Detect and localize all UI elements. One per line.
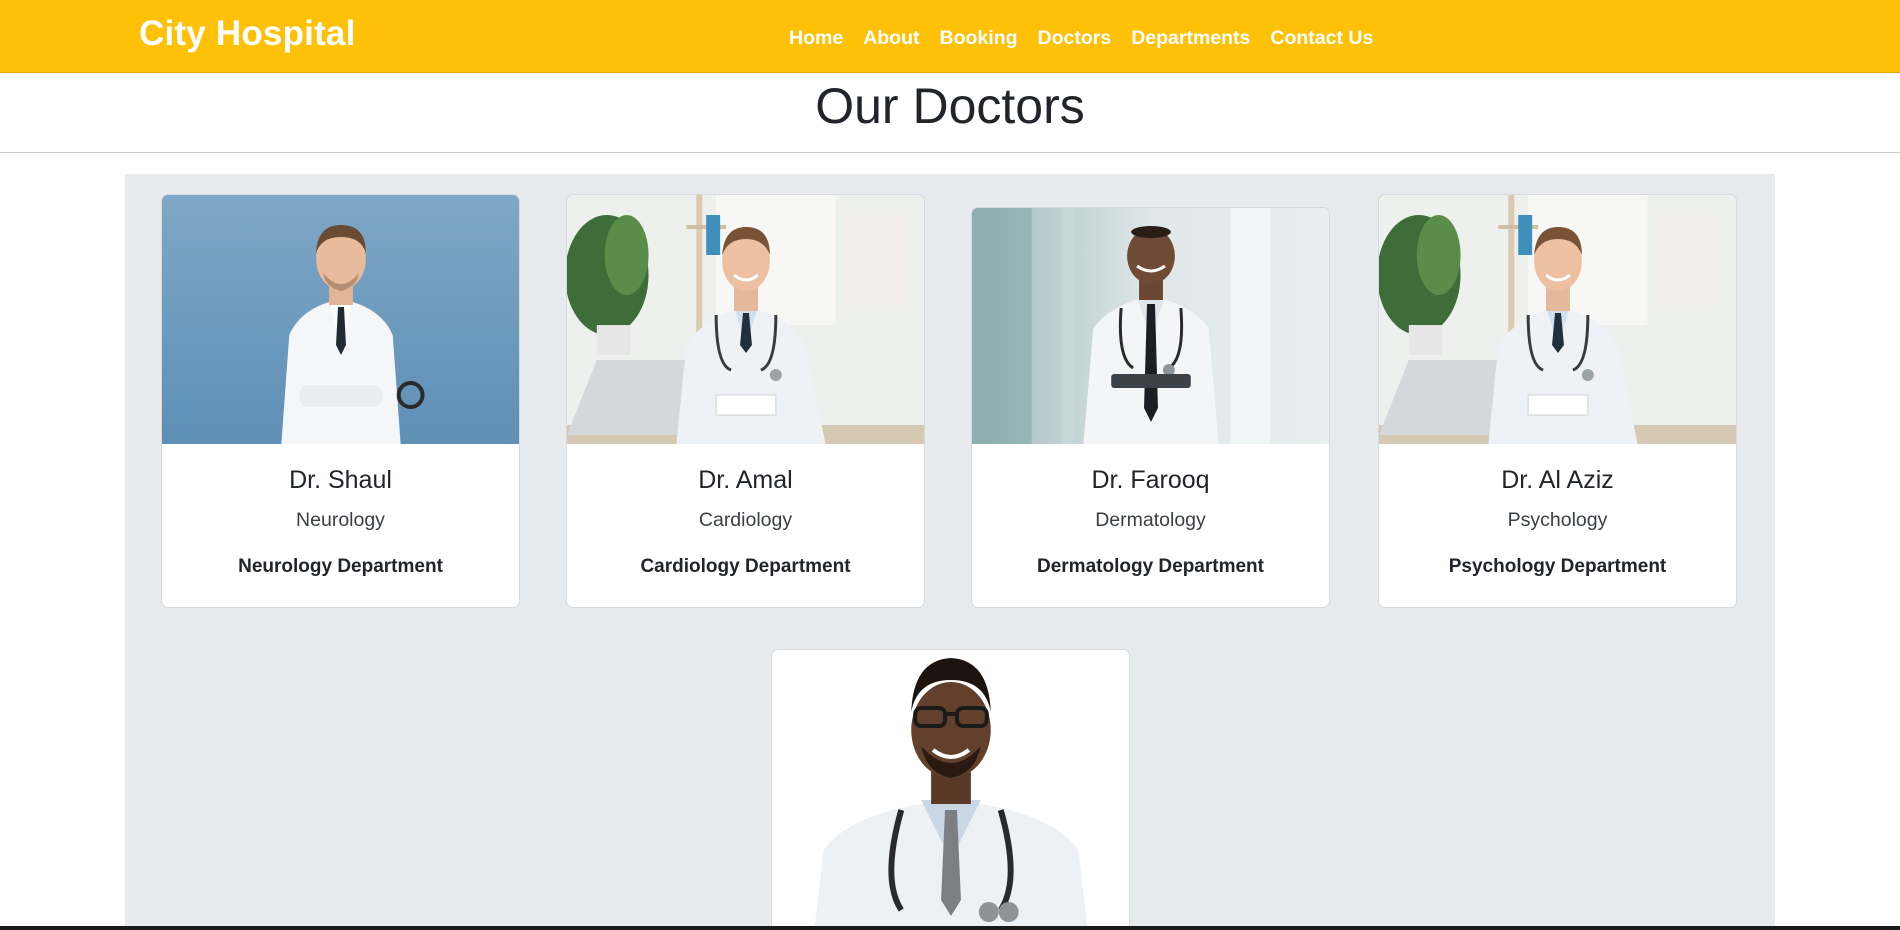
doctors-section: Dr. Shaul Neurology Neurology Department xyxy=(125,174,1775,930)
doctor-specialty: Psychology xyxy=(1507,509,1608,531)
doctor-photo-al-aziz xyxy=(1379,195,1736,444)
doctor-department: Psychology Department xyxy=(1448,556,1667,577)
doctor-name: Dr. Amal xyxy=(698,466,793,494)
doctor-portrait-image xyxy=(772,650,1129,930)
nav-item-doctors: Doctors xyxy=(1038,27,1112,50)
doctor-name: Dr. Al Aziz xyxy=(1501,466,1614,494)
window-bottom-edge xyxy=(0,926,1900,930)
doctor-portrait-image xyxy=(972,208,1329,444)
doctor-specialty: Neurology xyxy=(296,509,385,531)
nav-item-departments: Departments xyxy=(1131,27,1250,50)
nav-item-about: About xyxy=(863,27,919,50)
brand-logo-link[interactable]: City Hospital xyxy=(139,14,356,54)
doctor-card-body: Dr. Amal Cardiology Cardiology Departmen… xyxy=(567,444,924,578)
doctor-name: Dr. Shaul xyxy=(289,466,392,494)
doctor-department: Neurology Department xyxy=(238,556,443,577)
nav-link-home[interactable]: Home xyxy=(789,27,843,49)
nav-item-home: Home xyxy=(789,27,843,50)
doctor-department: Dermatology Department xyxy=(1037,556,1264,577)
doctor-specialty: Dermatology xyxy=(1095,509,1206,531)
nav-menu: Home About Booking Doctors Departments C… xyxy=(789,27,1373,50)
nav-link-contact-us[interactable]: Contact Us xyxy=(1270,27,1373,49)
nav-link-doctors[interactable]: Doctors xyxy=(1038,27,1112,49)
doctor-card-fifth[interactable] xyxy=(771,649,1130,930)
doctor-portrait-image xyxy=(162,195,519,444)
doctor-name: Dr. Farooq xyxy=(1091,466,1210,494)
doctor-photo-fifth xyxy=(772,650,1129,930)
doctor-card-shaul[interactable]: Dr. Shaul Neurology Neurology Department xyxy=(161,194,520,608)
doctor-department: Cardiology Department xyxy=(640,556,851,577)
doctor-specialty: Cardiology xyxy=(698,509,793,531)
doctor-card-body: Dr. Shaul Neurology Neurology Department xyxy=(162,444,519,578)
nav-link-about[interactable]: About xyxy=(863,27,919,49)
doctor-card-body: Dr. Farooq Dermatology Dermatology Depar… xyxy=(972,444,1329,578)
doctor-portrait-image xyxy=(1379,195,1736,444)
page-header: Our Doctors xyxy=(0,73,1900,153)
doctor-portrait-image xyxy=(567,195,924,444)
doctor-card-amal[interactable]: Dr. Amal Cardiology Cardiology Departmen… xyxy=(566,194,925,608)
doctor-card-al-aziz[interactable]: Dr. Al Aziz Psychology Psychology Depart… xyxy=(1378,194,1737,608)
doctor-card-body: Dr. Al Aziz Psychology Psychology Depart… xyxy=(1379,444,1736,578)
page-title: Our Doctors xyxy=(815,78,1085,134)
nav-item-booking: Booking xyxy=(940,27,1018,50)
doctor-card-farooq[interactable]: Dr. Farooq Dermatology Dermatology Depar… xyxy=(971,207,1330,608)
doctor-photo-shaul xyxy=(162,195,519,444)
nav-link-departments[interactable]: Departments xyxy=(1131,27,1250,49)
doctor-photo-amal xyxy=(567,195,924,444)
navbar: City Hospital Home About Booking Doctors… xyxy=(0,0,1900,73)
doctor-photo-farooq xyxy=(972,208,1329,444)
nav-link-booking[interactable]: Booking xyxy=(940,27,1018,49)
nav-item-contact: Contact Us xyxy=(1270,27,1373,50)
